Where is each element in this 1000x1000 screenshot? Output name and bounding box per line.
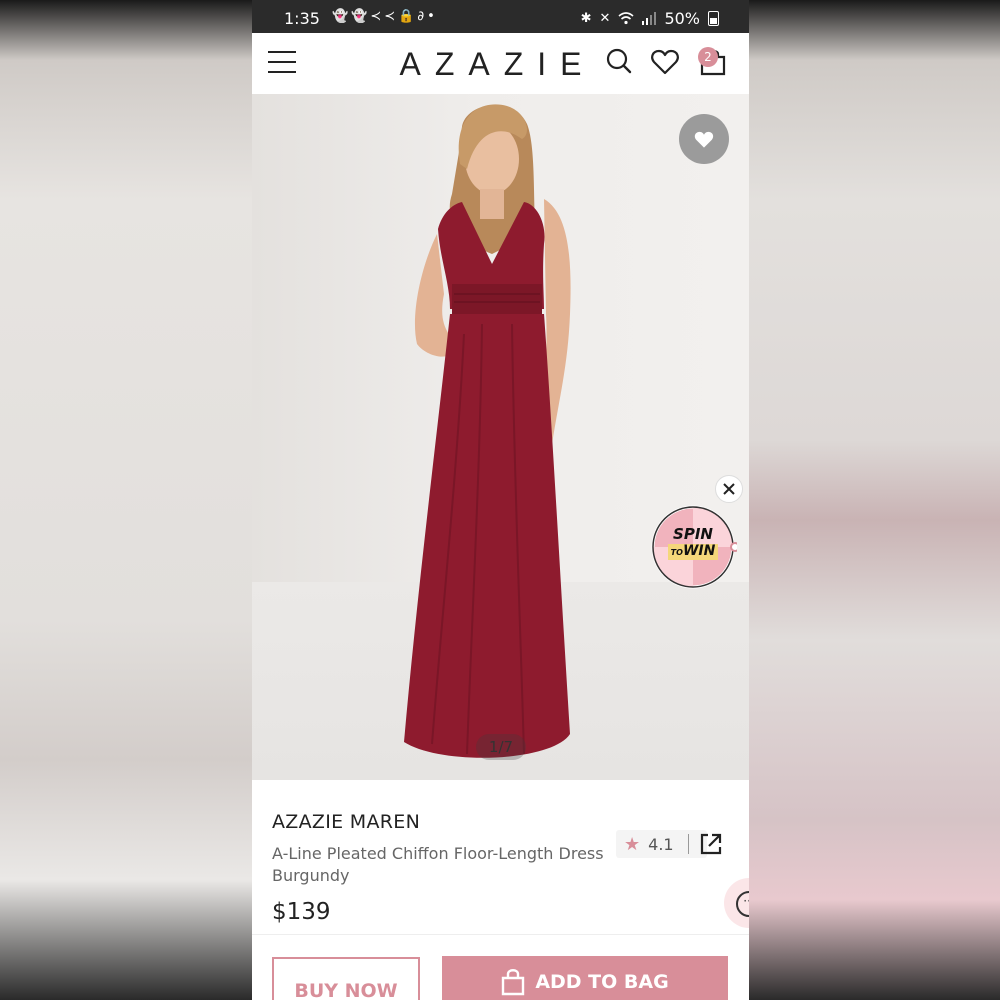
snapchat-icon: 👻	[351, 9, 371, 24]
bag-icon	[502, 969, 525, 996]
status-time: 1:35	[284, 9, 320, 28]
dot-icon: •	[427, 9, 438, 24]
product-name: A-Line Pleated Chiffon Floor-Length Dres…	[272, 844, 604, 885]
spin-label-to: TO	[670, 548, 683, 557]
snapchat-icon: 👻	[332, 9, 352, 24]
rating-badge[interactable]: ★ 4.1	[616, 830, 707, 858]
battery-percent: 50%	[664, 9, 700, 28]
background-left	[0, 0, 252, 1000]
messenger-icon: ≺	[370, 9, 385, 24]
purchase-actions: BUY NOW ADD TO BAG	[252, 934, 749, 1000]
rating-value: 4.1	[648, 834, 674, 854]
cart-count-badge: 2	[698, 47, 718, 67]
spin-to-win-label: SPIN TOWIN	[657, 527, 729, 560]
phone-screen: 1:35 👻👻≺≺🔒∂• ✱ ✕ 50% AZAZIE 2 1/7 SPIN T…	[252, 0, 749, 1000]
signal-icon	[642, 12, 657, 25]
add-to-bag-label: ADD TO BAG	[535, 971, 669, 993]
notification-icons: 👻👻≺≺🔒∂•	[332, 9, 438, 24]
add-to-bag-button[interactable]: ADD TO BAG	[442, 956, 728, 1000]
product-photo	[404, 104, 571, 758]
heart-icon	[694, 131, 714, 148]
site-header: AZAZIE 2	[252, 33, 749, 95]
chat-icon: ···	[736, 891, 749, 917]
product-price: $139	[272, 899, 331, 925]
rating-divider	[687, 834, 689, 854]
spin-label-top: SPIN	[673, 525, 713, 543]
product-image-gallery[interactable]: 1/7 SPIN TOWIN	[252, 94, 749, 780]
star-icon: ★	[624, 833, 641, 855]
wifi-icon	[618, 12, 634, 25]
search-icon[interactable]	[604, 47, 634, 77]
spin-to-win-widget[interactable]: SPIN TOWIN	[651, 505, 740, 589]
favorite-button[interactable]	[679, 114, 729, 164]
chat-button[interactable]: ···	[724, 878, 749, 928]
brand-logo-text: AZAZIE	[399, 46, 596, 82]
mute-icon: ✕	[599, 11, 611, 26]
battery-icon	[708, 11, 719, 26]
status-bar: 1:35 👻👻≺≺🔒∂• ✱ ✕ 50%	[252, 0, 749, 33]
image-counter: 1/7	[476, 734, 526, 760]
close-icon	[723, 483, 735, 495]
heart-icon[interactable]	[650, 47, 680, 77]
product-info: AZAZIE MAREN A-Line Pleated Chiffon Floo…	[252, 780, 749, 934]
buy-now-button[interactable]: BUY NOW	[272, 957, 420, 1000]
close-spin-button[interactable]	[715, 475, 743, 503]
messenger-icon: ≺	[384, 9, 399, 24]
bluetooth-icon: ✱	[580, 11, 592, 26]
background-right	[749, 0, 1000, 1000]
system-status: ✱ ✕ 50%	[581, 9, 719, 28]
spin-label-bottom: TOWIN	[667, 543, 719, 560]
link-icon: ∂	[417, 9, 428, 24]
product-brand: AZAZIE MAREN	[272, 811, 421, 833]
lock-icon: 🔒	[398, 9, 418, 24]
share-icon[interactable]	[698, 831, 724, 857]
spin-label-win: WIN	[682, 543, 716, 559]
